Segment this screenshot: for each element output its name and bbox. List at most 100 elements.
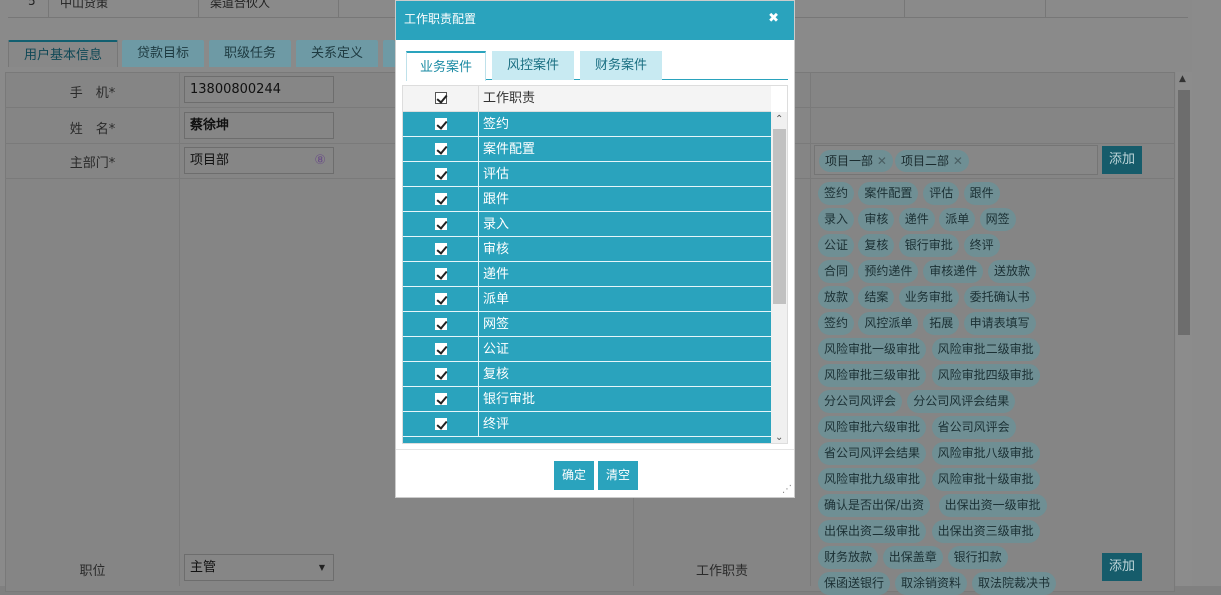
scroll-thumb[interactable] xyxy=(1178,90,1190,335)
add-dept-button[interactable]: 添加 xyxy=(1102,146,1142,174)
duty-pill[interactable]: 分公司风评会 xyxy=(818,390,903,413)
row-checkbox[interactable] xyxy=(403,212,479,237)
select-all-checkbox[interactable] xyxy=(403,86,479,111)
grid-row[interactable]: 案件配置 xyxy=(403,137,771,162)
grid-row[interactable]: 终评 xyxy=(403,412,771,437)
duty-pill[interactable]: 银行扣款 xyxy=(947,546,1008,569)
dept-picker-icon[interactable]: ⑧ xyxy=(314,148,326,173)
duty-pill[interactable]: 跟件 xyxy=(963,182,1000,205)
duty-pill[interactable]: 审核递件 xyxy=(923,260,984,283)
duty-pill[interactable]: 评估 xyxy=(923,182,960,205)
row-checkbox[interactable] xyxy=(403,387,479,412)
scroll-down-icon[interactable]: ⌄ xyxy=(775,432,783,443)
duty-pill[interactable]: 风险审批二级审批 xyxy=(931,338,1040,361)
duty-pill[interactable]: 网签 xyxy=(979,208,1016,231)
duty-pill[interactable]: 申请表填写 xyxy=(963,312,1036,335)
duty-pill[interactable]: 风控派单 xyxy=(858,312,919,335)
duty-pill[interactable]: 出保出资三级审批 xyxy=(931,520,1040,543)
row-checkbox[interactable] xyxy=(403,237,479,262)
duty-pill[interactable]: 省公司风评会 xyxy=(931,416,1016,439)
tab-loan-target[interactable]: 贷款目标 xyxy=(122,40,204,67)
dept-chip-box[interactable]: 项目一部 ✕ 项目二部 ✕ xyxy=(814,145,1098,175)
tab-relation[interactable]: 关系定义 xyxy=(296,40,378,67)
duty-pill[interactable]: 风险审批八级审批 xyxy=(931,442,1040,465)
grid-scroll-thumb[interactable] xyxy=(773,129,786,304)
grid-row[interactable]: 审核 xyxy=(403,237,771,262)
duty-pill[interactable]: 结案 xyxy=(858,286,895,309)
grid-row[interactable]: 派单 xyxy=(403,287,771,312)
duty-pill[interactable]: 签约 xyxy=(818,312,855,335)
duty-pill[interactable]: 终评 xyxy=(963,234,1000,257)
duty-pill[interactable]: 放款 xyxy=(818,286,855,309)
duty-pill[interactable]: 出保盖章 xyxy=(882,546,943,569)
close-icon[interactable]: ✖ xyxy=(768,1,779,37)
duty-pill[interactable]: 风险审批九级审批 xyxy=(818,468,927,491)
duty-pill[interactable]: 银行审批 xyxy=(898,234,959,257)
duty-pill[interactable]: 送放款 xyxy=(988,260,1037,283)
main-scrollbar[interactable]: ▲ xyxy=(1176,72,1192,586)
grid-scrollbar[interactable]: ⌃ ⌄ xyxy=(771,112,787,443)
duty-pill[interactable]: 案件配置 xyxy=(858,182,919,205)
duty-pill[interactable]: 保函送银行 xyxy=(818,572,891,595)
row-checkbox[interactable] xyxy=(403,187,479,212)
row-checkbox[interactable] xyxy=(403,112,479,137)
duty-pill[interactable]: 风险审批三级审批 xyxy=(818,364,927,387)
grid-row[interactable]: 公证 xyxy=(403,337,771,362)
duty-pill[interactable]: 审核 xyxy=(858,208,895,231)
duty-pill[interactable]: 合同 xyxy=(818,260,855,283)
name-input[interactable]: 蔡徐坤 xyxy=(184,112,334,139)
row-checkbox[interactable] xyxy=(403,162,479,187)
duty-pill[interactable]: 风险审批六级审批 xyxy=(818,416,927,439)
scroll-up-icon[interactable]: ▲ xyxy=(1179,74,1186,84)
grid-row[interactable] xyxy=(403,437,771,443)
confirm-button[interactable]: 确定 xyxy=(554,461,594,490)
scroll-up-icon[interactable]: ⌃ xyxy=(775,114,783,125)
row-checkbox[interactable] xyxy=(403,412,479,437)
grid-row[interactable]: 网签 xyxy=(403,312,771,337)
remove-icon[interactable]: ✕ xyxy=(953,154,963,168)
duty-pill[interactable]: 签约 xyxy=(818,182,855,205)
tab-finance-case[interactable]: 财务案件 xyxy=(580,51,662,80)
duty-pill[interactable]: 录入 xyxy=(818,208,855,231)
grid-row[interactable]: 递件 xyxy=(403,262,771,287)
position-select[interactable]: 主管 ▼ xyxy=(184,554,334,581)
duty-pill[interactable]: 省公司风评会结果 xyxy=(818,442,927,465)
duty-pill[interactable]: 业务审批 xyxy=(898,286,959,309)
row-checkbox[interactable] xyxy=(403,312,479,337)
tab-rank-task[interactable]: 职级任务 xyxy=(209,40,291,67)
duty-pill[interactable]: 委托确认书 xyxy=(963,286,1036,309)
duty-pill[interactable]: 风险审批十级审批 xyxy=(931,468,1040,491)
row-checkbox[interactable] xyxy=(403,287,479,312)
resize-grip-icon[interactable]: ⋰ xyxy=(782,484,792,495)
duty-pill[interactable]: 取法院裁决书 xyxy=(972,572,1057,595)
duty-pill[interactable]: 确认是否出保/出资 xyxy=(818,494,931,517)
add-duty-button[interactable]: 添加 xyxy=(1102,553,1142,581)
row-checkbox[interactable] xyxy=(403,337,479,362)
duty-pill[interactable]: 出保出资一级审批 xyxy=(938,494,1047,517)
grid-row[interactable]: 银行审批 xyxy=(403,387,771,412)
duty-pill[interactable]: 分公司风评会结果 xyxy=(907,390,1016,413)
dept-input[interactable]: 项目部 ⑧ xyxy=(184,147,334,174)
duty-pill[interactable]: 出保出资二级审批 xyxy=(818,520,927,543)
duty-pill[interactable]: 拓展 xyxy=(923,312,960,335)
duty-pill[interactable]: 预约递件 xyxy=(858,260,919,283)
grid-row[interactable]: 签约 xyxy=(403,112,771,137)
duty-pill[interactable]: 复核 xyxy=(858,234,895,257)
grid-row[interactable]: 复核 xyxy=(403,362,771,387)
duty-pill[interactable]: 风险审批一级审批 xyxy=(818,338,927,361)
clear-button[interactable]: 清空 xyxy=(598,461,638,490)
grid-row[interactable]: 录入 xyxy=(403,212,771,237)
tab-risk-case[interactable]: 风控案件 xyxy=(492,51,574,80)
grid-row[interactable]: 跟件 xyxy=(403,187,771,212)
row-checkbox[interactable] xyxy=(403,137,479,162)
row-checkbox[interactable] xyxy=(403,262,479,287)
duty-pill[interactable]: 财务放款 xyxy=(818,546,879,569)
duty-pill[interactable]: 派单 xyxy=(939,208,976,231)
tab-user-info[interactable]: 用户基本信息 xyxy=(8,40,118,67)
phone-input[interactable]: 13800800244 xyxy=(184,76,334,103)
duty-pill[interactable]: 递件 xyxy=(898,208,935,231)
grid-row[interactable]: 评估 xyxy=(403,162,771,187)
duty-pill[interactable]: 风险审批四级审批 xyxy=(931,364,1040,387)
tab-more[interactable] xyxy=(383,40,395,67)
duty-pill[interactable]: 公证 xyxy=(818,234,855,257)
